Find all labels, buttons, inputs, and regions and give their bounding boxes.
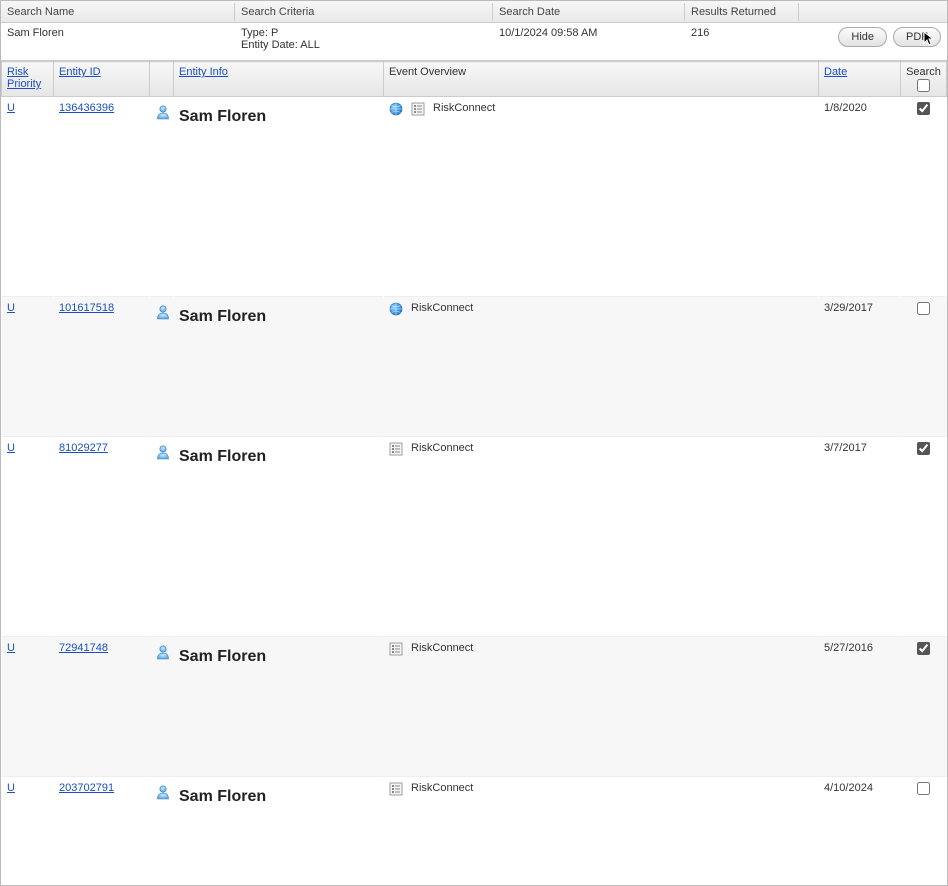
- results-header-row: Risk Priority Entity ID Entity Info Even…: [2, 62, 947, 97]
- entity-name: Sam Floren: [179, 102, 266, 126]
- list-icon: [389, 642, 407, 656]
- event-cell: RiskConnect: [389, 102, 813, 116]
- event-cell: RiskConnect: [389, 642, 813, 656]
- summary-row: Sam Floren Type: P Entity Date: ALL 10/1…: [1, 23, 947, 61]
- value-results-returned: 216: [685, 23, 799, 43]
- risk-priority-link[interactable]: U: [7, 782, 15, 794]
- value-search-date: 10/1/2024 09:58 AM: [493, 23, 685, 43]
- header-results-returned: Results Returned: [685, 3, 799, 21]
- value-search-name: Sam Floren: [1, 23, 235, 43]
- entity-id-link[interactable]: 101617518: [59, 302, 114, 314]
- person-icon: [155, 442, 171, 454]
- event-date: 5/27/2016: [824, 642, 873, 654]
- criteria-entity-date: Entity Date: ALL: [241, 39, 320, 51]
- sort-risk-priority[interactable]: Risk Priority: [7, 66, 41, 90]
- summary-header: Search Name Search Criteria Search Date …: [1, 1, 947, 23]
- hide-button[interactable]: Hide: [838, 27, 887, 47]
- entity-id-link[interactable]: 203702791: [59, 782, 114, 794]
- row-checkbox[interactable]: [917, 782, 930, 795]
- event-cell: RiskConnect: [389, 782, 813, 796]
- th-search: Search: [901, 62, 947, 97]
- results-scroll[interactable]: Risk Priority Entity ID Entity Info Even…: [1, 61, 947, 885]
- person-icon: [155, 642, 171, 654]
- table-row: U 101617518 Sam Floren RiskConnect 3/29/…: [2, 297, 947, 437]
- person-icon: [155, 782, 171, 794]
- table-row: U 136436396 Sam Floren RiskConnect 1/8/2…: [2, 97, 947, 297]
- risk-priority-link[interactable]: U: [7, 102, 15, 114]
- summary-actions: Hide PDF: [799, 23, 947, 51]
- th-entity-id[interactable]: Entity ID: [54, 62, 150, 97]
- event-date: 4/10/2024: [824, 782, 873, 794]
- list-icon: [389, 782, 407, 796]
- value-search-criteria: Type: P Entity Date: ALL: [235, 23, 493, 55]
- entity-name: Sam Floren: [179, 642, 266, 666]
- row-checkbox[interactable]: [917, 642, 930, 655]
- risk-priority-link[interactable]: U: [7, 642, 15, 654]
- event-cell: RiskConnect: [389, 442, 813, 456]
- entity-name: Sam Floren: [179, 302, 266, 326]
- row-checkbox[interactable]: [917, 442, 930, 455]
- event-text: RiskConnect: [411, 782, 473, 794]
- row-checkbox[interactable]: [917, 302, 930, 315]
- event-cell: RiskConnect: [389, 302, 813, 316]
- list-icon: [411, 102, 429, 116]
- sort-date[interactable]: Date: [824, 66, 847, 78]
- event-text: RiskConnect: [411, 642, 473, 654]
- th-icon: [150, 62, 174, 97]
- entity-id-link[interactable]: 72941748: [59, 642, 108, 654]
- entity-name: Sam Floren: [179, 442, 266, 466]
- pdf-button-label: PDF: [906, 31, 928, 43]
- person-icon: [155, 102, 171, 114]
- entity-id-link[interactable]: 81029277: [59, 442, 108, 454]
- risk-priority-link[interactable]: U: [7, 442, 15, 454]
- list-icon: [389, 442, 407, 456]
- event-date: 3/29/2017: [824, 302, 873, 314]
- th-search-label: Search: [906, 66, 941, 78]
- table-row: U 72941748 Sam Floren RiskConnect 5/27/2…: [2, 637, 947, 777]
- header-search-name: Search Name: [1, 3, 235, 21]
- entity-name: Sam Floren: [179, 782, 266, 806]
- select-all-checkbox[interactable]: [917, 79, 930, 92]
- globe-icon: [389, 302, 407, 316]
- event-text: RiskConnect: [411, 442, 473, 454]
- th-date[interactable]: Date: [819, 62, 901, 97]
- globe-icon: [389, 102, 407, 116]
- event-text: RiskConnect: [433, 102, 495, 114]
- person-icon: [155, 302, 171, 314]
- event-text: RiskConnect: [411, 302, 473, 314]
- sort-entity-id[interactable]: Entity ID: [59, 66, 101, 78]
- header-search-date: Search Date: [493, 3, 685, 21]
- criteria-type: Type: P: [241, 27, 278, 39]
- row-checkbox[interactable]: [917, 102, 930, 115]
- table-row: U 203702791 Sam Floren RiskConnect 4/10/…: [2, 777, 947, 847]
- entity-id-link[interactable]: 136436396: [59, 102, 114, 114]
- th-risk-priority[interactable]: Risk Priority: [2, 62, 54, 97]
- pdf-button[interactable]: PDF: [893, 27, 941, 47]
- sort-entity-info[interactable]: Entity Info: [179, 66, 228, 78]
- results-table: Risk Priority Entity ID Entity Info Even…: [1, 61, 947, 847]
- table-row: U 81029277 Sam Floren RiskConnect 3/7/20…: [2, 437, 947, 637]
- event-date: 1/8/2020: [824, 102, 867, 114]
- header-search-criteria: Search Criteria: [235, 3, 493, 21]
- event-date: 3/7/2017: [824, 442, 867, 454]
- th-event-overview: Event Overview: [384, 62, 819, 97]
- risk-priority-link[interactable]: U: [7, 302, 15, 314]
- th-entity-info[interactable]: Entity Info: [174, 62, 384, 97]
